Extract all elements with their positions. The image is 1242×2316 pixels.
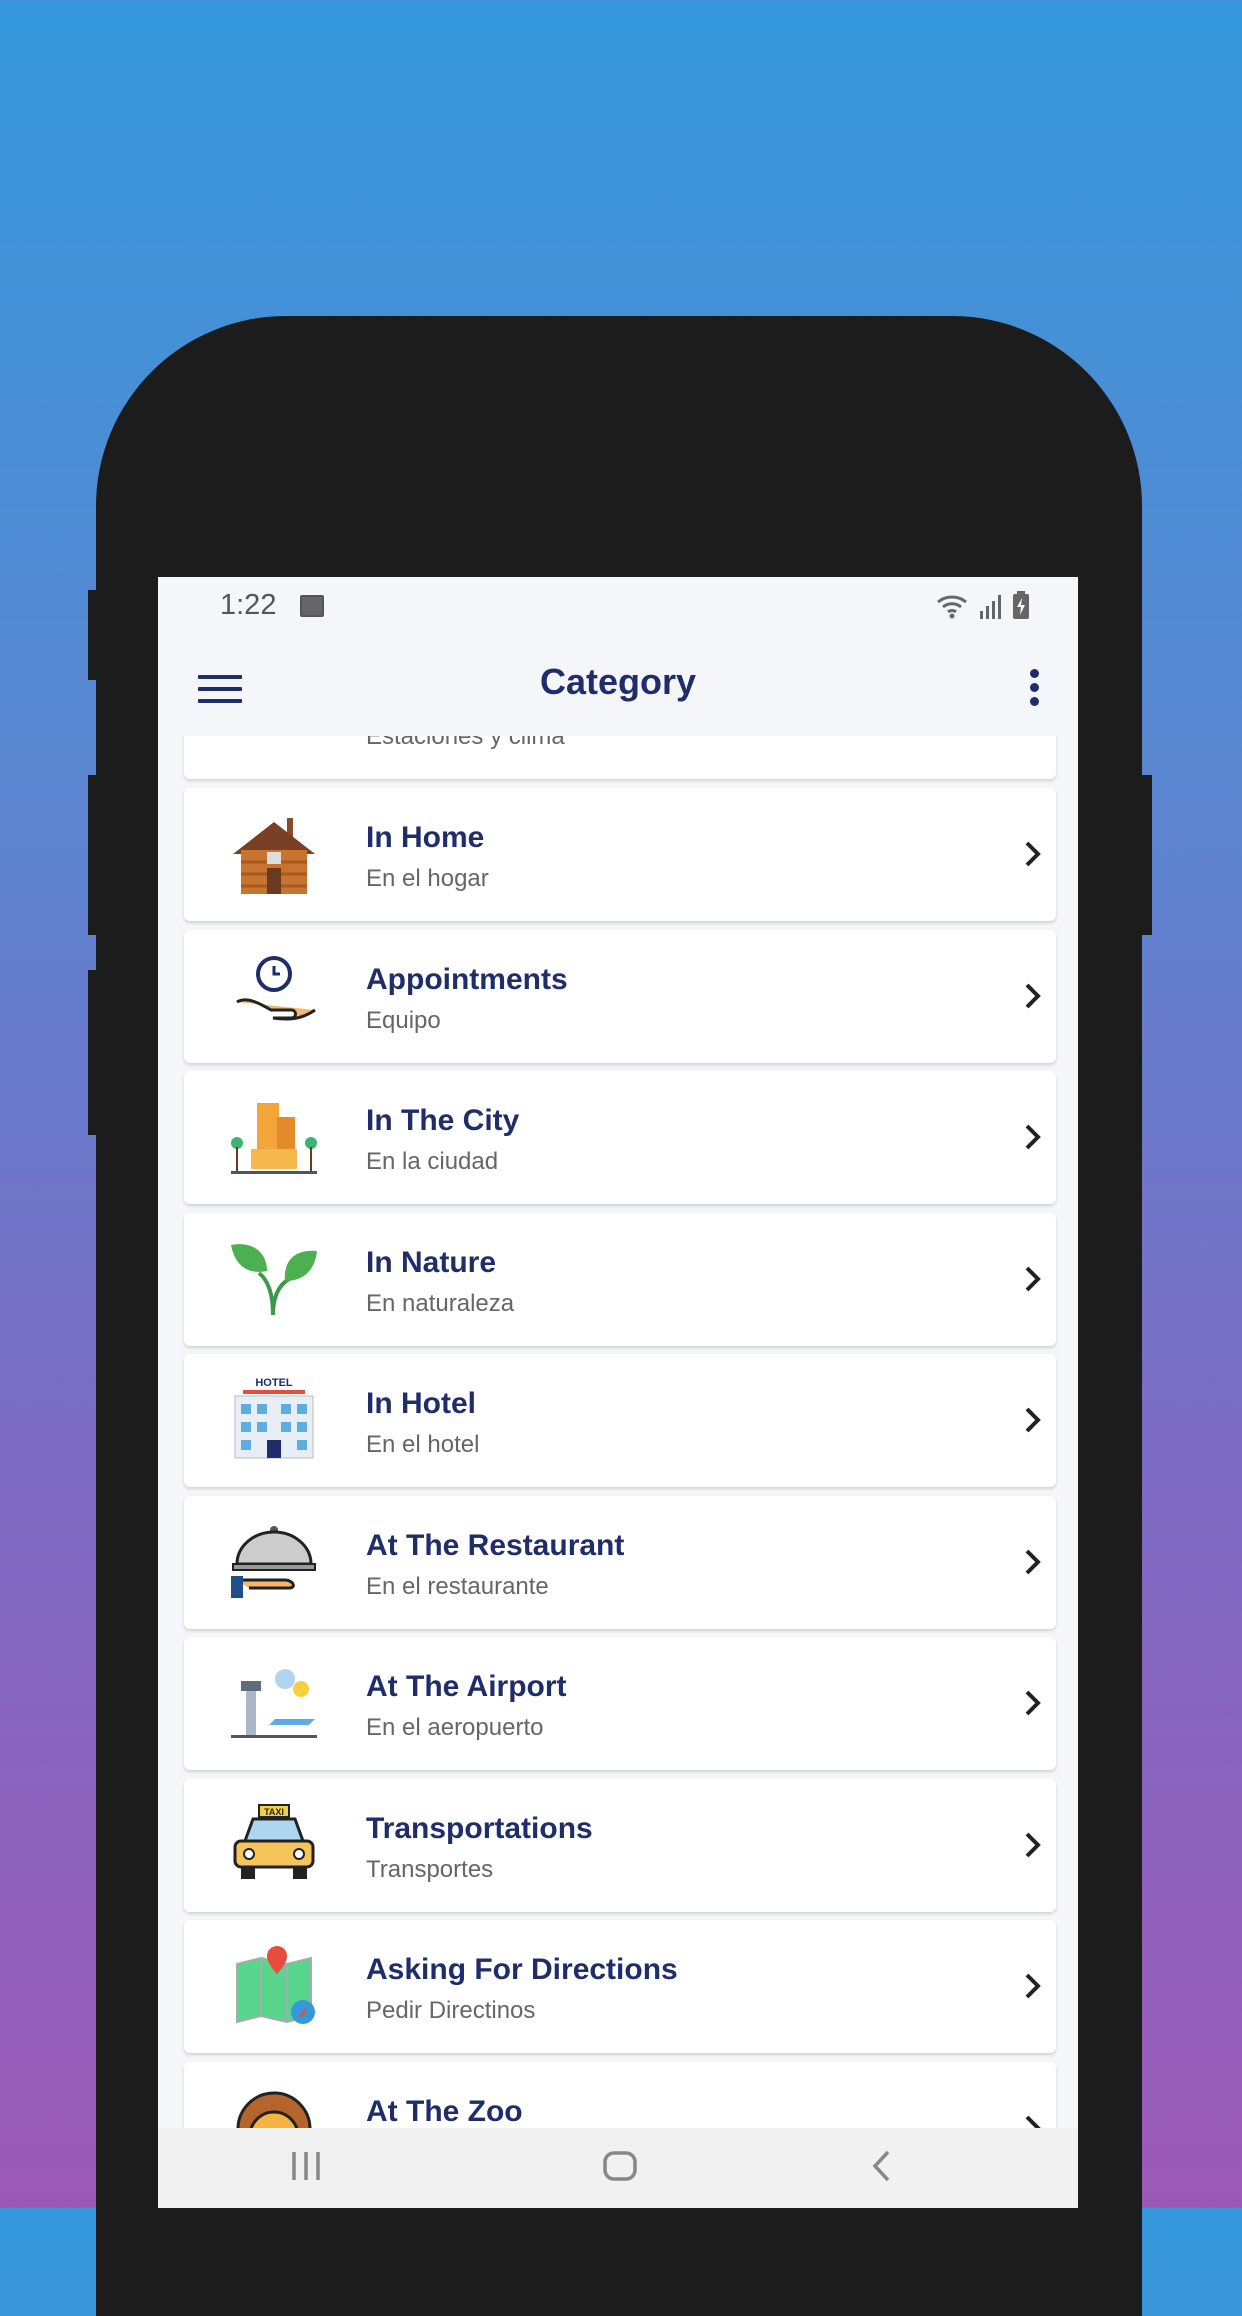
clock-hand-icon: [236, 955, 316, 1020]
image-notification-icon: [300, 595, 324, 617]
cloche-icon: [231, 1525, 316, 1598]
chevron-right-icon: [1025, 1124, 1041, 1150]
screen: 1:22 Category Estaciones y clima In Home…: [158, 577, 1078, 2208]
system-nav-bar: [158, 2128, 1078, 2208]
category-item-seasons[interactable]: Estaciones y clima: [184, 736, 1056, 779]
wifi-icon: [937, 595, 967, 619]
category-subtitle: Transportes: [366, 1855, 494, 1883]
chevron-right-icon: [1025, 1973, 1041, 1999]
app-bar: Category: [158, 637, 1078, 737]
category-list[interactable]: Estaciones y clima In Home En el hogar A…: [158, 736, 1078, 2128]
category-subtitle: En el hotel: [366, 1431, 480, 1458]
chevron-right-icon: [1025, 1407, 1041, 1433]
category-title: At The Zoo: [366, 2094, 523, 2128]
category-subtitle: En la ciudad: [366, 1148, 499, 1175]
category-item[interactable]: Asking For Directions Pedir Directinos: [184, 1920, 1056, 2053]
category-subtitle: En el hogar: [366, 865, 489, 892]
map-icon: [236, 1946, 315, 2024]
battery-charging-icon: [1013, 591, 1029, 619]
category-title: In Nature: [366, 1245, 497, 1279]
category-title: In Home: [366, 821, 485, 854]
signal-icon: [980, 595, 1001, 619]
status-bar: 1:22: [158, 577, 1078, 637]
category-title: At The Airport: [366, 1670, 567, 1703]
taxi-sign: TAXI: [264, 1807, 284, 1817]
chevron-right-icon: [1025, 1549, 1041, 1574]
category-item[interactable]: TAXI Transportations Transportes: [184, 1778, 1056, 1912]
category-item[interactable]: In Nature En naturaleza: [184, 1212, 1056, 1346]
category-item[interactable]: At The Airport En el aeropuerto: [184, 1637, 1056, 1770]
category-title: Appointments: [366, 962, 568, 996]
city-icon: [231, 1103, 317, 1174]
back-icon[interactable]: [870, 2150, 894, 2182]
category-subtitle: Pedir Directinos: [366, 1997, 536, 2024]
category-subtitle: En naturaleza: [366, 1289, 515, 1317]
house-icon: [233, 818, 315, 894]
more-options-icon[interactable]: [1030, 669, 1042, 711]
chevron-right-icon: [1025, 1832, 1041, 1857]
status-time: 1:22: [220, 589, 277, 621]
chevron-right-icon: [1025, 841, 1041, 867]
hotel-icon: HOTEL: [234, 1377, 314, 1459]
chevron-right-icon: [1025, 983, 1041, 1008]
chevron-right-icon: [1025, 1266, 1041, 1291]
category-item[interactable]: Appointments Equipo: [184, 929, 1056, 1063]
category-title: At The Restaurant: [366, 1528, 625, 1562]
sprout-icon: [231, 1243, 317, 1315]
category-title: Asking For Directions: [366, 1953, 678, 1986]
category-item[interactable]: At The Restaurant En el restaurante: [184, 1495, 1056, 1629]
airport-icon: [231, 1669, 317, 1738]
category-title: Transportations: [366, 1811, 593, 1845]
category-title: In The City: [366, 1104, 520, 1137]
taxi-icon: TAXI: [233, 1803, 315, 1879]
category-item[interactable]: In Home En el hogar: [184, 788, 1056, 921]
category-item[interactable]: In The City En la ciudad: [184, 1071, 1056, 1204]
category-item[interactable]: HOTEL In Hotel En el hotel: [184, 1354, 1056, 1487]
home-icon[interactable]: [602, 2150, 638, 2182]
recent-apps-icon[interactable]: [288, 2150, 324, 2182]
category-subtitle: Estaciones y clima: [366, 736, 565, 750]
lion-icon: [236, 2091, 312, 2128]
category-subtitle: Equipo: [366, 1006, 441, 1034]
chevron-right-icon: [1025, 2115, 1041, 2128]
category-subtitle: En el restaurante: [366, 1572, 549, 1600]
hotel-sign: HOTEL: [255, 1377, 293, 1389]
category-title: In Hotel: [366, 1387, 476, 1420]
page-title: Category: [539, 661, 697, 702]
category-subtitle: En el aeropuerto: [366, 1714, 544, 1741]
category-item[interactable]: At The Zoo: [184, 2061, 1056, 2128]
chevron-right-icon: [1025, 1690, 1041, 1716]
